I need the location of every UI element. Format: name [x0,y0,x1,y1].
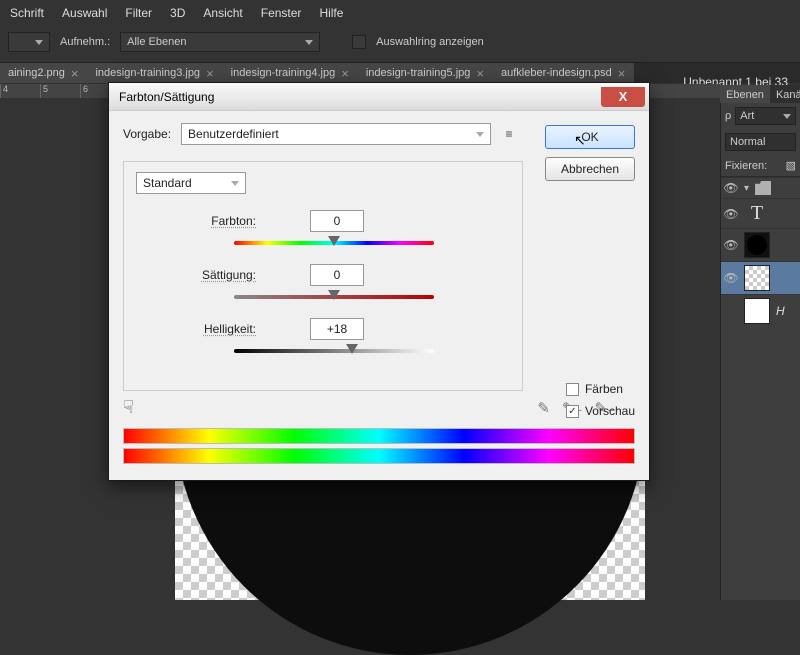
show-selection-ring-label: Auswahlring anzeigen [376,36,484,48]
hue-saturation-dialog: Farbton/Sättigung X OK Abbrechen Vorgabe… [108,82,650,481]
menu-ansicht[interactable]: Ansicht [203,6,242,20]
preset-value: Benutzerdefiniert [188,127,279,141]
dialog-title: Farbton/Sättigung [119,90,214,104]
lock-transparent-icon[interactable]: ▧ [786,159,796,172]
sample-label: Aufnehm.: [60,36,110,48]
layer-row[interactable]: 👁 ▾ [721,177,800,198]
blend-mode-value: Normal [730,136,765,148]
colorize-checkbox[interactable]: Färben [566,382,635,396]
menu-hilfe[interactable]: Hilfe [319,6,343,20]
preset-menu-icon[interactable]: ≡ [501,126,517,142]
color-range-dropdown[interactable]: Standard [136,172,246,194]
ok-button[interactable]: OK [545,125,635,149]
visibility-toggle-icon[interactable]: 👁 [724,181,738,195]
layer-filter-label: Art [740,110,754,122]
show-selection-ring-checkbox[interactable] [352,35,366,49]
colorize-label: Färben [585,382,623,396]
layer-name: H [776,304,785,318]
menu-fenster[interactable]: Fenster [261,6,302,20]
layer-row[interactable]: 👁 [721,228,800,261]
layer-thumbnail [744,298,770,324]
tab-close-icon[interactable]: × [476,67,484,80]
main-menu: Schrift Auswahl Filter 3D Ansicht Fenste… [0,0,800,28]
hue-slider[interactable] [234,236,434,250]
preview-checkbox[interactable]: ✓Vorschau [566,404,635,418]
tab-label: indesign-training5.jpg [366,67,471,79]
panel-tab-kanaele[interactable]: Kanäle [770,85,800,105]
sample-layers-value: Alle Ebenen [127,36,186,48]
preset-label: Vorgabe: [123,127,171,141]
saturation-label: Sättigung: [136,268,256,282]
panel-tab-ebenen[interactable]: Ebenen [720,85,770,105]
text-layer-icon: T [744,202,770,225]
saturation-slider[interactable] [234,290,434,304]
options-bar: Aufnehm.: Alle Ebenen Auswahlring anzeig… [0,28,800,63]
preset-dropdown[interactable]: Benutzerdefiniert [181,123,491,145]
layer-thumbnail [744,265,770,291]
visibility-toggle-icon[interactable]: 👁 [724,271,738,285]
tool-preset-dropdown[interactable] [8,32,50,52]
layer-row[interactable]: 👁 T [721,198,800,228]
spectrum-bar-bottom [123,448,635,464]
tab-close-icon[interactable]: × [618,67,626,80]
tab-label: aining2.png [8,67,65,79]
tab-label: indesign-training4.jpg [231,67,336,79]
eyedropper-icon[interactable]: ✎ [537,399,550,417]
document-tab[interactable]: indesign-training4.jpg × [223,63,358,83]
document-tab[interactable]: aining2.png × [0,63,87,83]
scrubby-hand-icon[interactable]: ☟ [123,397,134,418]
visibility-toggle-icon[interactable] [724,304,738,318]
layers-panel: ρ Art Normal Fixieren:▧ 👁 ▾ 👁 T 👁 👁 H [720,103,800,600]
tab-label: indesign-training3.jpg [95,67,200,79]
spectrum-bar-top [123,428,635,444]
layer-filter-kind[interactable]: Art [735,107,796,125]
color-range-value: Standard [143,176,192,190]
folder-icon [755,181,771,195]
menu-schrift[interactable]: Schrift [10,6,44,20]
visibility-toggle-icon[interactable]: 👁 [724,207,738,221]
blend-mode-dropdown[interactable]: Normal [725,133,796,151]
saturation-input[interactable]: 0 [310,264,364,286]
document-tab[interactable]: indesign-training5.jpg × [358,63,493,83]
lock-label: Fixieren: [725,160,767,172]
preview-label: Vorschau [585,404,635,418]
layer-row[interactable]: H [721,294,800,327]
dialog-titlebar[interactable]: Farbton/Sättigung X [109,83,649,111]
hue-input[interactable]: 0 [310,210,364,232]
menu-3d[interactable]: 3D [170,6,185,20]
adjust-group: Standard Farbton: 0 Sättigung: 0 Helligk… [123,161,523,391]
tab-label: aufkleber-indesign.psd [501,67,612,79]
lightness-label: Helligkeit: [136,322,256,336]
sample-layers-dropdown[interactable]: Alle Ebenen [120,32,320,52]
menu-filter[interactable]: Filter [125,6,152,20]
panel-tabs: Ebenen Kanäle [720,85,800,105]
tab-close-icon[interactable]: × [206,67,214,80]
document-tabs: aining2.png × indesign-training3.jpg × ind… [0,63,800,83]
document-tab[interactable]: aufkleber-indesign.psd × [493,63,634,83]
tab-close-icon[interactable]: × [341,67,349,80]
cancel-button[interactable]: Abbrechen [545,157,635,181]
document-tab[interactable]: indesign-training3.jpg × [87,63,222,83]
lightness-input[interactable]: +18 [310,318,364,340]
layer-thumbnail [744,232,770,258]
visibility-toggle-icon[interactable]: 👁 [724,238,738,252]
dialog-close-button[interactable]: X [601,87,645,107]
menu-auswahl[interactable]: Auswahl [62,6,107,20]
hue-label: Farbton: [136,214,256,228]
layer-row[interactable]: 👁 [721,261,800,294]
lightness-slider[interactable] [234,344,434,358]
tab-close-icon[interactable]: × [71,67,79,80]
